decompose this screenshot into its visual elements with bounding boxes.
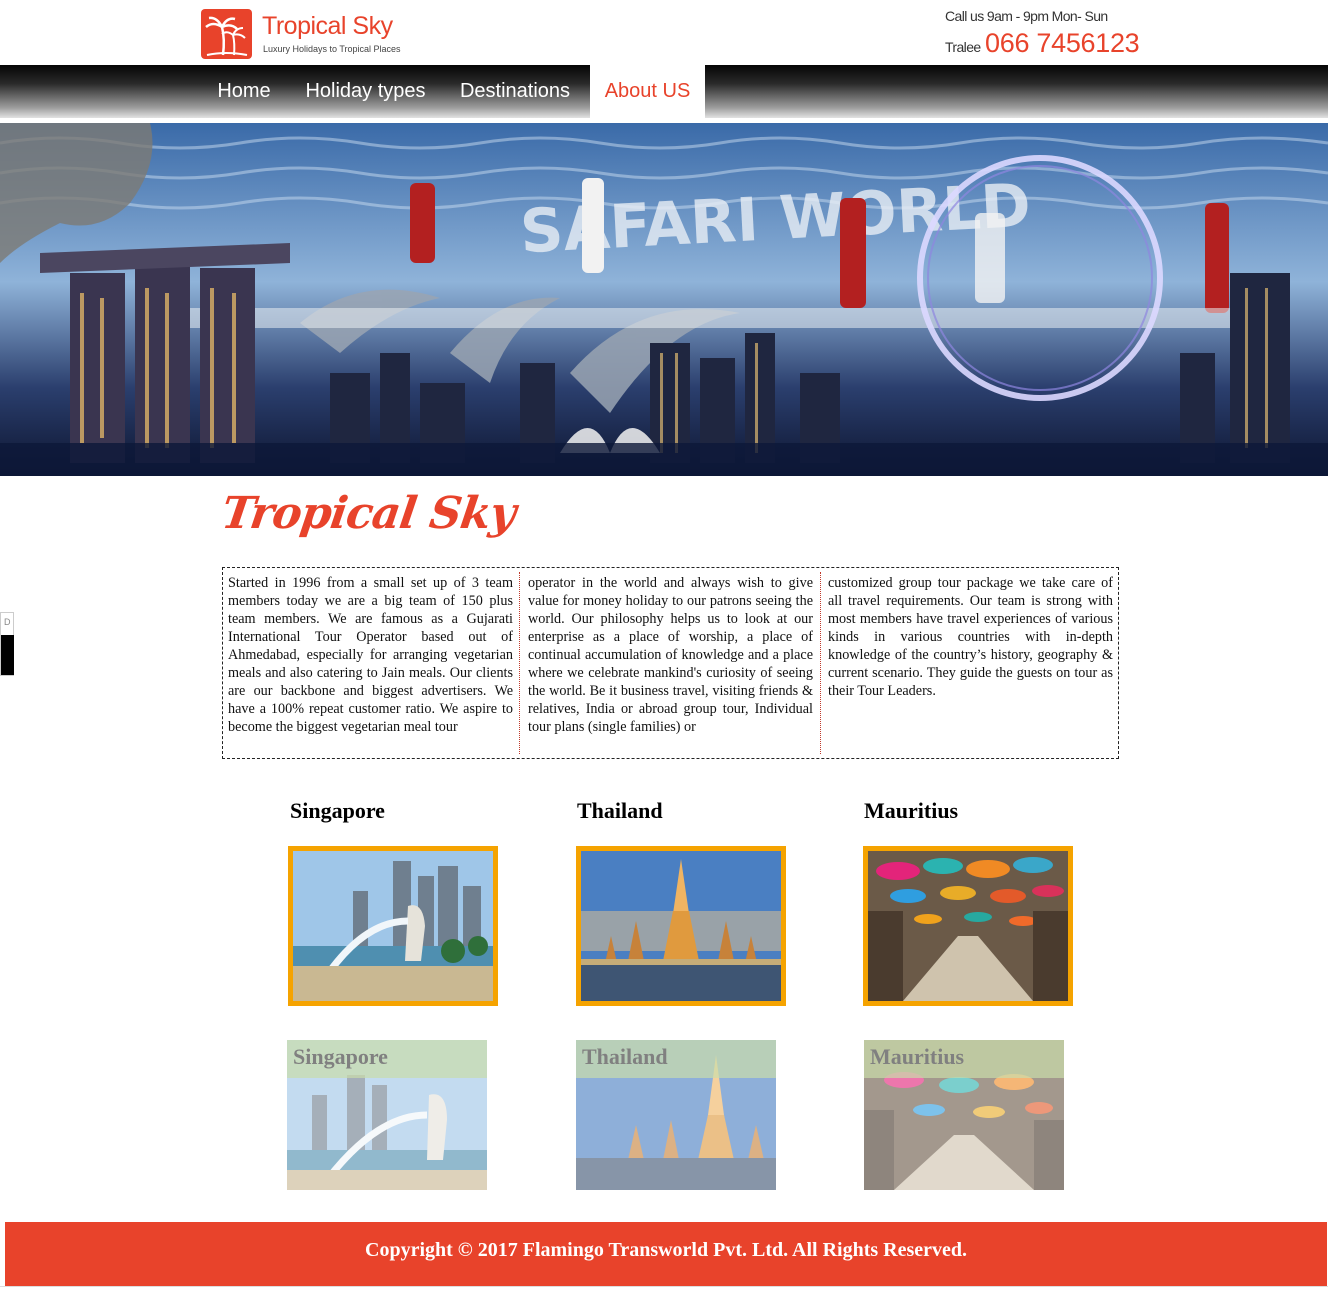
tile-singapore[interactable]: Singapore xyxy=(287,1040,487,1190)
main-nav: Home Holiday types Destinations About US xyxy=(0,65,1328,118)
side-widget-bar xyxy=(1,635,14,675)
phone-city: Tralee xyxy=(945,39,981,55)
tile-mauritius[interactable]: Mauritius xyxy=(864,1040,1064,1190)
side-widget[interactable]: D xyxy=(0,612,14,676)
column-divider xyxy=(519,572,520,754)
site-header: Tropical Sky Luxury Holidays to Tropical… xyxy=(0,0,1328,65)
about-text-column-1: Started in 1996 from a small set up of 3… xyxy=(228,575,513,735)
tile-thailand[interactable]: Thailand xyxy=(576,1040,776,1190)
tile-label-mauritius: Mauritius xyxy=(870,1044,965,1069)
call-hours: Call us 9am - 9pm Mon- Sun xyxy=(945,8,1108,24)
about-text-column-3: customized group tour package we take ca… xyxy=(828,575,1113,699)
site-logo[interactable]: Tropical Sky Luxury Holidays to Tropical… xyxy=(201,9,416,59)
destination-title-thailand: Thailand xyxy=(577,798,663,823)
tile-label-singapore: Singapore xyxy=(293,1044,388,1069)
tile-label-thailand: Thailand xyxy=(582,1044,668,1069)
destination-image-thailand[interactable] xyxy=(576,846,786,1006)
nav-about-us[interactable]: About US xyxy=(590,65,705,118)
hero-banner: SAFARI WORLD xyxy=(0,123,1328,476)
palm-tree-icon xyxy=(201,9,252,59)
phone-line: Tralee 066 7456123 xyxy=(945,28,1140,59)
nav-home[interactable]: Home xyxy=(201,65,287,118)
about-text-column-2: operator in the world and always wish to… xyxy=(528,575,813,735)
page-bottom-edge xyxy=(0,1286,1328,1290)
column-divider xyxy=(820,572,821,754)
hero-banner-image: SAFARI WORLD xyxy=(0,123,1328,476)
side-widget-label: D xyxy=(4,617,11,627)
site-footer: Copyright © 2017 Flamingo Transworld Pvt… xyxy=(5,1222,1327,1286)
logo-title: Tropical Sky xyxy=(262,12,393,40)
destination-image-singapore[interactable] xyxy=(288,846,498,1006)
destination-image-mauritius[interactable] xyxy=(863,846,1073,1006)
footer-copyright: Copyright © 2017 Flamingo Transworld Pvt… xyxy=(365,1239,967,1261)
about-text-box: Started in 1996 from a small set up of 3… xyxy=(222,567,1119,759)
nav-destinations[interactable]: Destinations xyxy=(443,65,587,118)
destination-title-singapore: Singapore xyxy=(290,798,385,823)
logo-subtitle: Luxury Holidays to Tropical Places xyxy=(263,44,401,54)
phone-number[interactable]: 066 7456123 xyxy=(985,28,1140,58)
nav-holiday-types[interactable]: Holiday types xyxy=(289,65,442,118)
destination-title-mauritius: Mauritius xyxy=(864,798,959,823)
about-title: Tropical Sky xyxy=(218,488,519,539)
